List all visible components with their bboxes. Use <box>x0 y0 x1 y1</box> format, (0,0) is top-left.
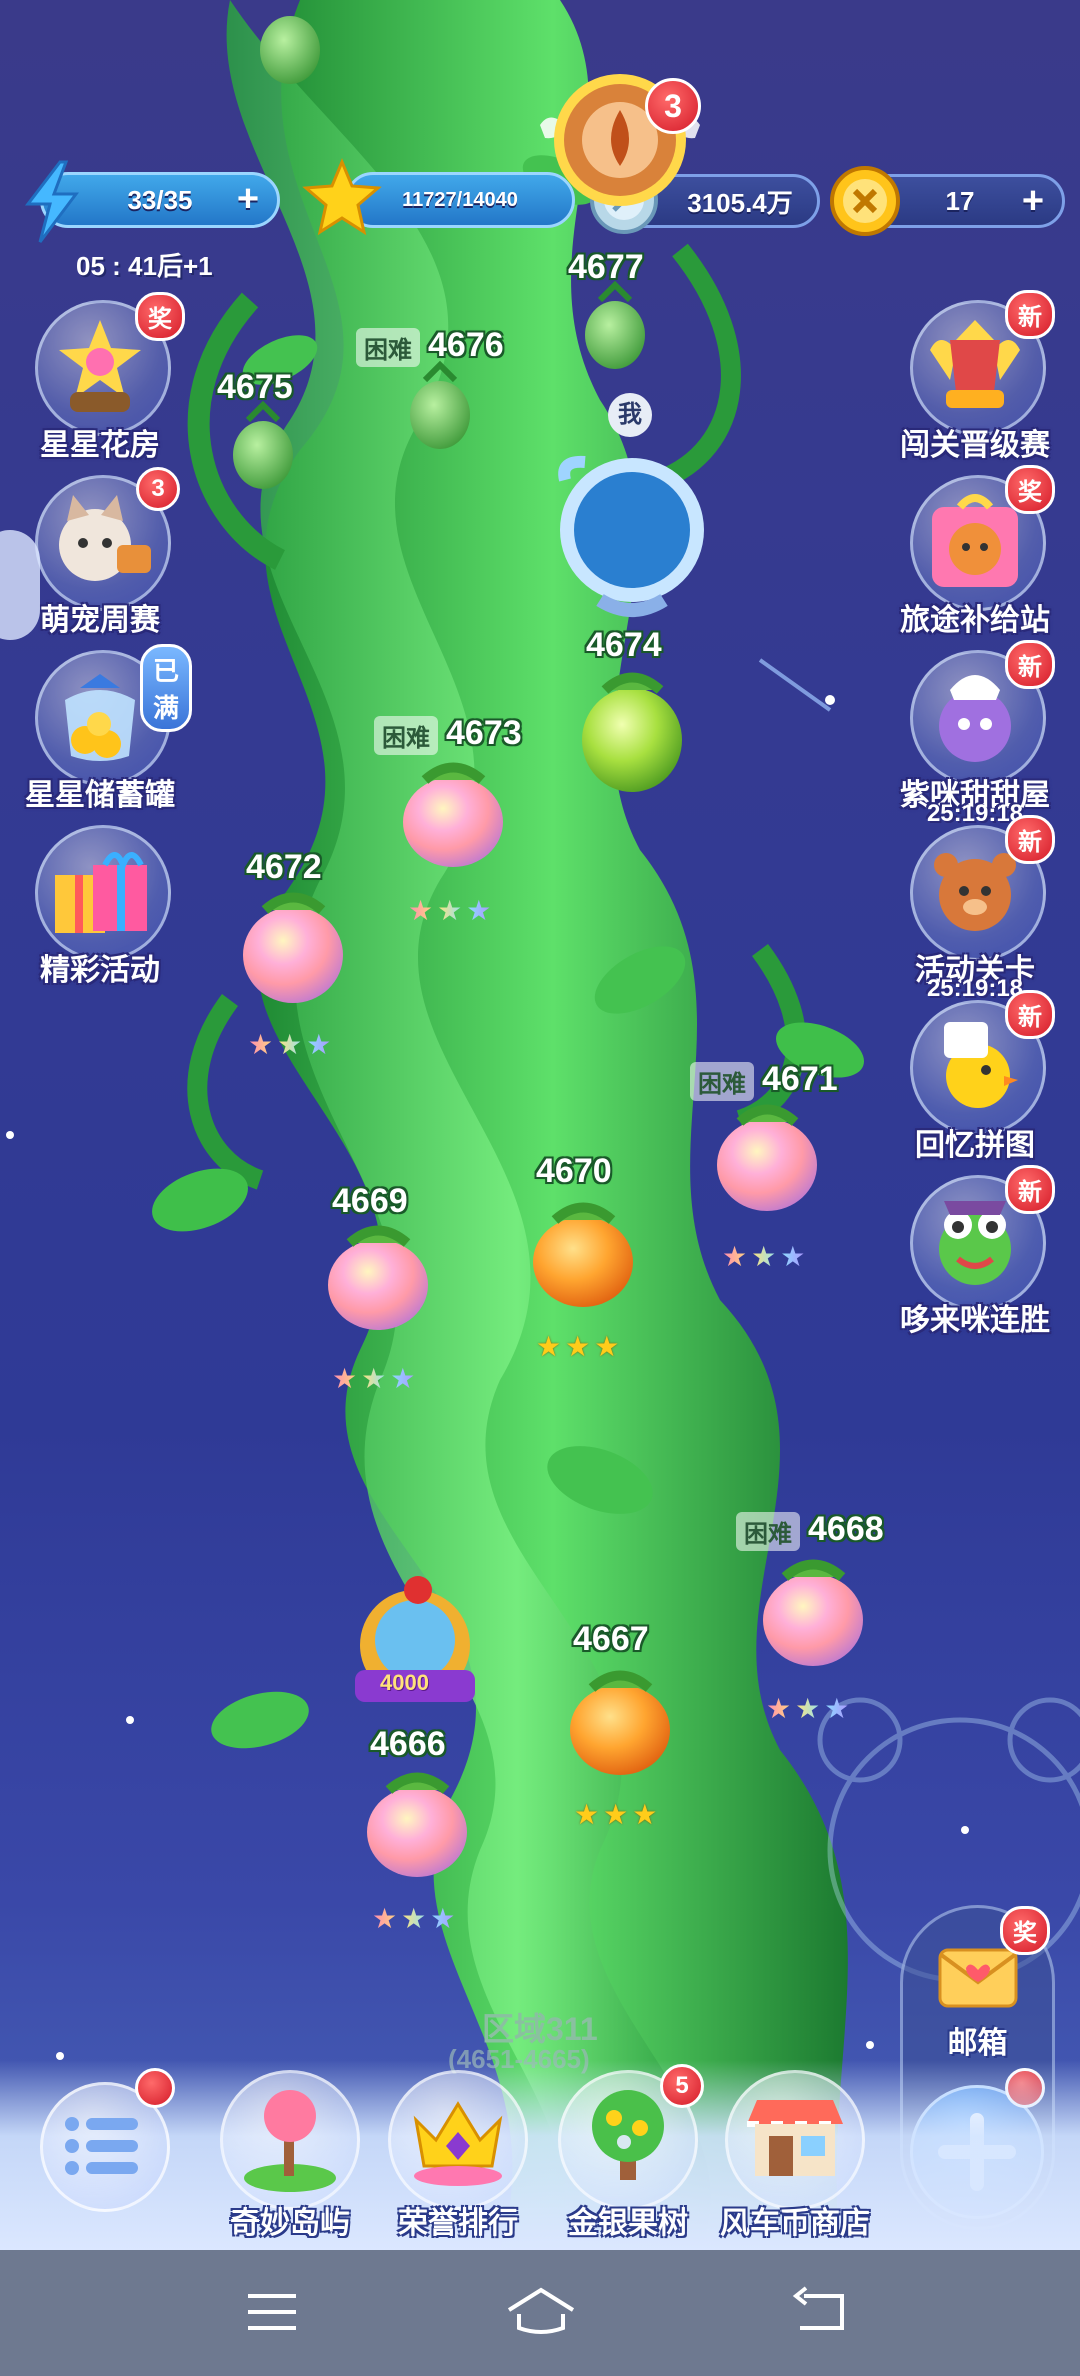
count-badge: 3 <box>136 467 180 511</box>
stars-4669: ★★★ <box>332 1363 420 1394</box>
pod-top <box>260 16 320 84</box>
side-label: 星星花房 <box>40 429 160 462</box>
hard-tag: 困难 <box>374 715 438 755</box>
energy-value: 33/35 <box>127 184 193 215</box>
level-number: 4676 <box>428 326 504 364</box>
gold-coin-icon <box>830 166 900 236</box>
level-4673-label: 困难 4673 <box>374 714 522 755</box>
pod-4671[interactable] <box>717 1104 817 1212</box>
level-4677-label: 4677 <box>568 248 644 286</box>
side-btn-level-promotion[interactable]: 闯关晋级赛 新 <box>895 290 1055 470</box>
back-icon[interactable] <box>790 2284 850 2340</box>
star-icon <box>302 158 382 236</box>
side-btn-star-piggy-bank[interactable]: 星星储蓄罐 已满 <box>20 644 193 820</box>
stars-4672: ★★★ <box>248 1029 336 1060</box>
energy-timer: 05 : 41后+1 <box>76 251 213 281</box>
level-4668-label: 困难 4668 <box>736 1510 884 1551</box>
home-icon[interactable] <box>505 2284 577 2340</box>
level-4666-label: 4666 <box>370 1725 446 1763</box>
new-tag: 新 <box>1005 640 1055 689</box>
chest-badge: 3 <box>645 78 701 134</box>
new-tag: 新 <box>1005 990 1055 1039</box>
pod-4666[interactable] <box>367 1772 467 1878</box>
side-btn-event-level[interactable]: 活动关卡 25:19:18 新 <box>895 815 1055 1002</box>
level-4667-label: 4667 <box>573 1620 649 1658</box>
level-4671-label: 困难 4671 <box>690 1060 838 1101</box>
edge-floating-tab[interactable] <box>0 530 40 640</box>
count-badge: 5 <box>660 2064 704 2108</box>
island-tree-icon <box>244 2090 336 2192</box>
side-label: 星星储蓄罐 <box>25 779 175 812</box>
crown-icon <box>413 2101 503 2186</box>
side-label: 精彩活动 <box>40 954 160 987</box>
side-btn-supply-station[interactable]: 旅途补给站 奖 <box>895 465 1055 645</box>
nav-label: 荣誉排行 <box>398 2207 518 2240</box>
stars-4673: ★★★ <box>408 895 496 926</box>
reward-tag: 奖 <box>135 292 185 341</box>
pod-4675[interactable] <box>233 400 293 489</box>
nav-label: 金银果树 <box>568 2207 688 2240</box>
stars-4667: ★★★ <box>574 1799 662 1830</box>
me-marker: 我 <box>608 393 652 437</box>
new-tag: 新 <box>1005 815 1055 864</box>
nav-wonder-island[interactable]: 奇妙岛屿 <box>210 2070 370 2245</box>
side-btn-star-greenhouse[interactable]: 星星花房 奖 <box>20 292 185 470</box>
side-label: 闯关晋级赛 <box>900 429 1050 462</box>
side-label: 旅途补给站 <box>900 604 1050 637</box>
side-label: 哆来咪连胜 <box>900 1304 1050 1337</box>
level-4672-label: 4672 <box>246 848 322 886</box>
level-4676-label: 困难 4676 <box>356 326 504 367</box>
side-btn-memory-puzzle[interactable]: 回忆拼图 新 <box>895 990 1055 1170</box>
level-4674-label: 4674 <box>586 626 662 664</box>
side-btn-win-streak[interactable]: 哆来咪连胜 新 <box>895 1165 1055 1345</box>
level-4675-label: 4675 <box>217 368 293 406</box>
level-4670-label: 4670 <box>536 1152 612 1190</box>
reward-chest-value: 4000 <box>380 1670 429 1695</box>
energy-plus-button[interactable]: + <box>229 180 267 219</box>
coin-value: 17 <box>945 185 975 216</box>
new-tag: 新 <box>1005 1165 1055 1214</box>
system-navigation-bar <box>0 2250 1080 2376</box>
level-4669-label: 4669 <box>332 1182 408 1220</box>
coin-plus-button[interactable]: + <box>1014 182 1052 221</box>
hard-tag: 困难 <box>736 1511 800 1551</box>
new-tag: 新 <box>1005 290 1055 339</box>
stars-4666: ★★★ <box>372 1903 460 1934</box>
menu-dot <box>135 2068 175 2108</box>
piggy-jar-icon <box>65 674 135 761</box>
nav-label: 风车币商店 <box>720 2207 870 2240</box>
nav-label: 奇妙岛屿 <box>230 2207 350 2240</box>
nav-money-tree[interactable]: 金银果树 5 <box>548 2064 708 2245</box>
gift-box-icon <box>55 852 147 933</box>
lightning-icon <box>24 160 79 243</box>
pod-4677[interactable] <box>585 280 645 369</box>
pod-4668[interactable] <box>763 1559 863 1667</box>
star-progress-value: 11727/14040 <box>402 188 518 211</box>
stars-4671: ★★★ <box>722 1241 810 1272</box>
shop-icon <box>747 2100 843 2176</box>
recent-apps-icon[interactable] <box>244 2284 300 2340</box>
nav-windmill-shop[interactable]: 风车币商店 <box>715 2070 875 2245</box>
stars-4670: ★★★ <box>536 1331 624 1362</box>
stars-4668: ★★★ <box>766 1693 854 1724</box>
hard-tag: 困难 <box>356 327 420 367</box>
full-tag: 已满 <box>140 644 193 732</box>
mailbox-reward-tag: 奖 <box>1000 1906 1050 1955</box>
side-btn-purple-cat-house[interactable]: 紫咪甜甜屋 25:19:18 新 <box>895 640 1055 827</box>
side-btn-pet-weekly[interactable]: 萌宠周赛 3 <box>20 467 180 645</box>
side-btn-events[interactable]: 精彩活动 <box>20 825 180 995</box>
nav-honor-ranking[interactable]: 荣誉排行 <box>378 2070 538 2245</box>
cat-icon <box>59 495 151 581</box>
level-number: 4671 <box>762 1060 838 1098</box>
level-number: 4673 <box>446 714 522 752</box>
side-label: 回忆拼图 <box>915 1129 1035 1162</box>
reward-tag: 奖 <box>1005 465 1055 514</box>
level-number: 4668 <box>808 1510 884 1548</box>
mailbox-label: 邮箱 <box>947 2027 1008 2060</box>
hard-tag: 困难 <box>690 1061 754 1101</box>
